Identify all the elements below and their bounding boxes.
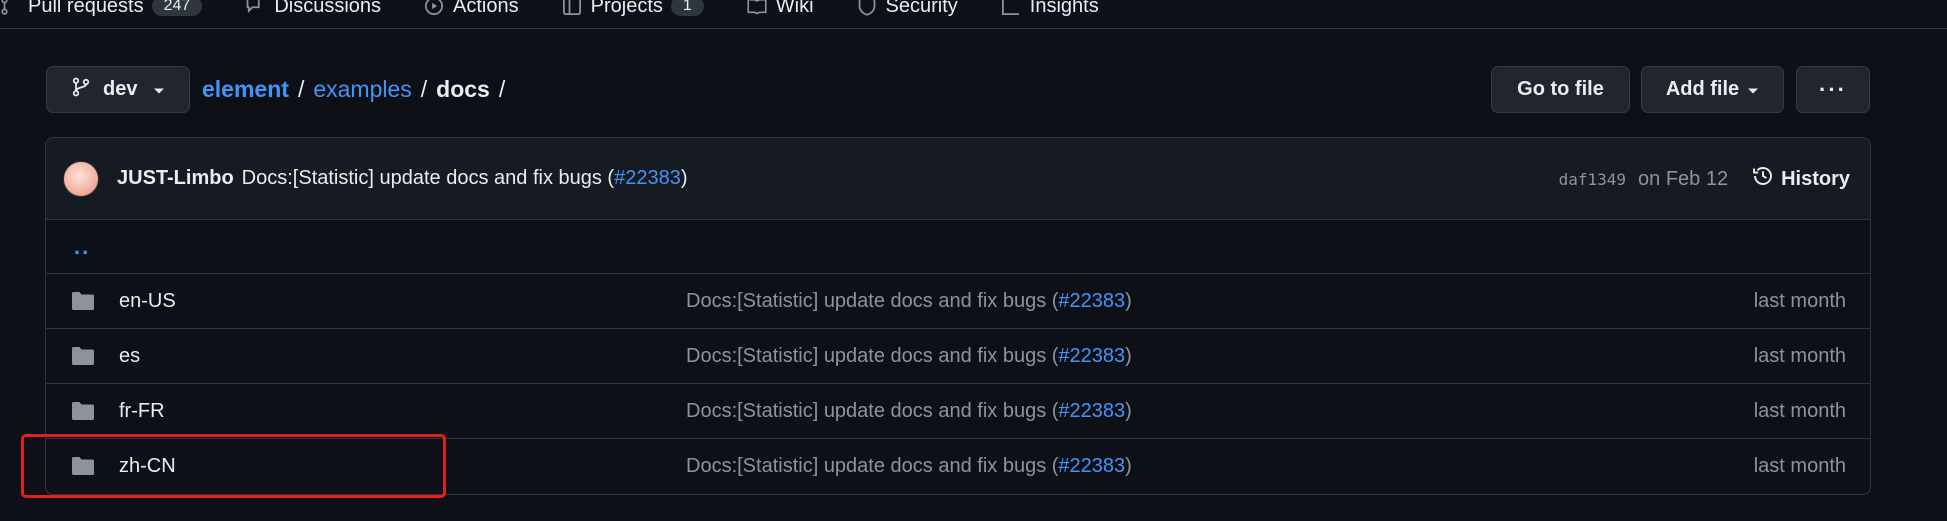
tab-security[interactable]: Security [856, 0, 958, 18]
pull-request-icon [0, 0, 20, 17]
tab-insights[interactable]: Insights [1000, 0, 1099, 18]
file-name-link[interactable]: es [119, 345, 140, 368]
history-link[interactable]: History [1752, 165, 1850, 193]
tab-discussions[interactable]: Discussions [244, 0, 381, 18]
add-file-label: Add file [1665, 78, 1740, 100]
file-commit-message[interactable]: Docs:[Statistic] update docs and fix bug… [686, 290, 1132, 313]
file-name-link[interactable]: zh-CN [119, 455, 176, 478]
tab-label: Discussions [274, 0, 382, 17]
breadcrumb-separator: / [498, 76, 506, 102]
breadcrumb-examples-link[interactable]: examples [313, 76, 411, 103]
breadcrumb-current: docs [436, 76, 490, 102]
breadcrumb-separator: / [297, 76, 305, 102]
projects-icon [561, 0, 583, 17]
file-commit-message[interactable]: Docs:[Statistic] update docs and fix bug… [686, 400, 1132, 423]
folder-icon [71, 455, 95, 483]
tab-label: Wiki [775, 0, 814, 17]
file-commit-age: last month [1753, 455, 1846, 477]
tab-wiki[interactable]: Wiki [746, 0, 814, 18]
file-row[interactable]: zh-CN Docs:[Statistic] update docs and f… [46, 439, 1870, 494]
history-icon [1752, 165, 1774, 193]
branch-name: dev [103, 78, 138, 100]
repo-tabs: Pull requests 247 Discussions Actions Pr… [0, 0, 1947, 29]
latest-commit-row: JUST-Limbo Docs:[Statistic] update docs … [46, 138, 1870, 220]
file-row[interactable]: es Docs:[Statistic] update docs and fix … [46, 329, 1870, 384]
file-list: JUST-Limbo Docs:[Statistic] update docs … [45, 137, 1871, 495]
tab-label: Projects [590, 0, 663, 17]
parent-directory-link[interactable]: .. [46, 220, 1870, 274]
commit-sha-link[interactable]: daf1349 [1559, 170, 1626, 189]
caret-down-icon [153, 78, 165, 101]
file-commit-suffix: ) [1125, 455, 1132, 477]
discussions-icon [244, 0, 266, 17]
history-label: History [1781, 167, 1850, 190]
shield-icon [856, 0, 878, 17]
file-commit-suffix: ) [1125, 344, 1132, 367]
commit-message[interactable]: Docs:[Statistic] update docs and fix bug… [242, 167, 688, 190]
file-name-link[interactable]: fr-FR [119, 400, 165, 423]
file-commit-suffix: ) [1125, 289, 1132, 312]
file-name-link[interactable]: en-US [119, 290, 176, 313]
tab-label: Security [885, 0, 958, 17]
file-commit-age: last month [1753, 289, 1846, 312]
insights-icon [1000, 0, 1022, 17]
tab-counter: 1 [670, 0, 704, 16]
file-commit-pr-link[interactable]: #22383 [1058, 455, 1125, 477]
kebab-horizontal-icon: ··· [1819, 76, 1847, 102]
file-commit-age: last month [1753, 344, 1846, 367]
tab-projects[interactable]: Projects 1 [561, 0, 704, 18]
folder-icon [71, 345, 95, 373]
branch-selector-button[interactable]: dev [46, 66, 190, 113]
tab-label: Actions [453, 0, 519, 17]
file-commit-pr-link[interactable]: #22383 [1058, 345, 1125, 367]
avatar[interactable] [63, 160, 99, 197]
commit-pr-link[interactable]: #22383 [614, 167, 681, 189]
parent-directory-text: .. [74, 233, 91, 259]
tab-counter: 247 [151, 0, 203, 16]
commit-message-text: Docs:[Statistic] update docs and fix bug… [241, 167, 615, 189]
tab-label: Pull requests [28, 0, 144, 17]
git-branch-icon [71, 76, 91, 104]
file-commit-suffix: ) [1125, 399, 1132, 422]
more-options-button[interactable]: ··· [1796, 66, 1870, 113]
commit-author-link[interactable]: JUST-Limbo [117, 167, 234, 190]
folder-icon [71, 290, 95, 318]
go-to-file-label: Go to file [1517, 78, 1604, 100]
file-commit-pr-link[interactable]: #22383 [1058, 290, 1125, 312]
commit-date: on Feb 12 [1638, 167, 1729, 190]
go-to-file-button[interactable]: Go to file [1491, 66, 1630, 113]
commit-message-suffix: ) [680, 167, 688, 189]
actions-icon [423, 0, 445, 17]
caret-down-icon [1747, 78, 1759, 101]
wiki-icon [746, 0, 768, 17]
folder-icon [71, 400, 95, 428]
file-row[interactable]: fr-FR Docs:[Statistic] update docs and f… [46, 384, 1870, 439]
file-commit-message[interactable]: Docs:[Statistic] update docs and fix bug… [686, 345, 1132, 368]
tab-pull-requests[interactable]: Pull requests 247 [0, 0, 203, 18]
add-file-button[interactable]: Add file [1641, 66, 1784, 113]
tab-actions[interactable]: Actions [423, 0, 519, 18]
file-row[interactable]: en-US Docs:[Statistic] update docs and f… [46, 274, 1870, 329]
breadcrumb-separator: / [420, 76, 428, 102]
file-commit-text: Docs:[Statistic] update docs and fix bug… [686, 344, 1059, 367]
file-commit-text: Docs:[Statistic] update docs and fix bug… [686, 289, 1059, 312]
file-commit-pr-link[interactable]: #22383 [1058, 400, 1125, 422]
tab-label: Insights [1029, 0, 1099, 17]
file-commit-text: Docs:[Statistic] update docs and fix bug… [686, 399, 1059, 422]
breadcrumb-repo-link[interactable]: element [202, 76, 289, 103]
breadcrumb: element / examples / docs / [202, 76, 505, 103]
file-commit-text: Docs:[Statistic] update docs and fix bug… [686, 455, 1059, 477]
file-commit-age: last month [1753, 399, 1846, 422]
file-commit-message[interactable]: Docs:[Statistic] update docs and fix bug… [686, 455, 1132, 478]
